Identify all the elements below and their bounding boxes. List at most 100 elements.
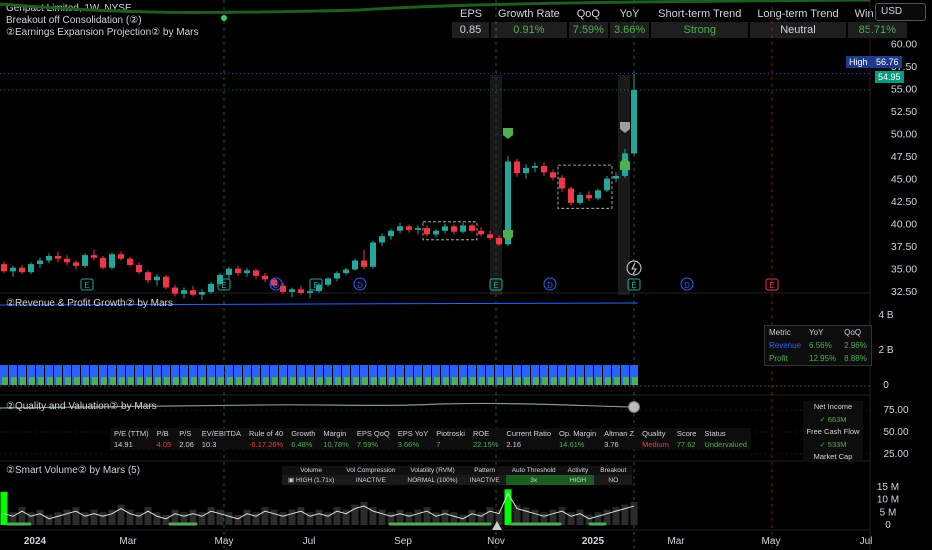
time-axis-tick: Mar	[667, 536, 685, 547]
profit-bar	[524, 377, 530, 385]
profit-bar	[29, 377, 35, 385]
candle-body	[73, 262, 79, 266]
profit-bar	[74, 377, 80, 385]
candle-body	[550, 172, 556, 178]
candle-body	[406, 226, 412, 230]
breakout-up-marker	[503, 128, 513, 139]
volume-header-5: Activity	[567, 467, 589, 474]
marker-label: E	[631, 281, 636, 290]
quality-header-2: P/S	[179, 429, 192, 438]
volume-pane	[0, 489, 638, 530]
volume-value-1: INACTIVE	[340, 475, 402, 485]
revenue-indicator-label[interactable]: ②Revenue & Profit Growth② by Mars	[6, 298, 173, 309]
profit-bar	[542, 377, 548, 385]
profit-bar	[632, 377, 638, 385]
volume-header-6: Breakout	[600, 467, 627, 474]
volume-value-3: INACTIVE	[463, 475, 506, 485]
quality-header-0: P/E (TTM)	[114, 429, 149, 438]
price-axis-tick: 37.50	[891, 241, 917, 253]
volume-bar	[207, 507, 215, 525]
profit-bar	[506, 377, 512, 385]
marker-label: E	[493, 281, 498, 290]
quality-value-15: 77.62	[676, 440, 696, 449]
breakout-highlight-band	[490, 75, 502, 295]
volume-indicator-label[interactable]: ②Smart Volume② by Mars (5)	[6, 465, 140, 476]
candle-body	[199, 292, 205, 295]
volume-bar	[36, 509, 44, 525]
volume-bar	[54, 512, 62, 525]
volume-bar	[81, 512, 89, 525]
yoy-header: YoY	[809, 328, 824, 337]
candle-body	[64, 258, 70, 263]
quality-header-13: Altman Z	[604, 429, 635, 438]
candle-body	[568, 188, 574, 203]
volume-bar	[252, 512, 260, 525]
high-price-tag: High 56.76	[846, 56, 902, 68]
revenue-axis-tick: 2 B	[878, 345, 893, 356]
profit-bar	[65, 377, 71, 385]
volume-axis-tick: 10 M	[877, 495, 899, 506]
high-label: High	[849, 57, 868, 67]
candle-body	[541, 166, 547, 173]
profit-bar	[182, 377, 188, 385]
breakout-up-marker	[503, 230, 513, 241]
candle-body	[55, 256, 61, 259]
quality-header-8: EPS YoY	[397, 429, 429, 438]
candle-body	[172, 287, 178, 294]
quality-header-15: Score	[676, 429, 697, 438]
time-axis-tick: May	[762, 536, 781, 547]
candle-body	[109, 254, 115, 268]
high-value: 56.76	[876, 57, 899, 67]
candle-body	[37, 260, 43, 265]
candle-body	[307, 291, 313, 293]
market-cap-label: Market Cap	[813, 452, 853, 461]
candle-body	[595, 190, 601, 199]
candle-body	[460, 225, 466, 232]
price-axis-tick: 50.00	[891, 129, 917, 141]
candle-body	[631, 89, 637, 154]
profit-bar	[47, 377, 53, 385]
profit-bar	[569, 377, 575, 385]
profit-bar	[587, 377, 593, 385]
quality-axis-tick: 50.00	[883, 427, 908, 438]
volume-bar	[630, 502, 638, 525]
volume-bar	[270, 509, 278, 525]
volume-bar	[45, 514, 53, 525]
quality-indicator-label[interactable]: ②Quality and Valuation② by Mars	[6, 401, 157, 412]
profit-bar	[551, 377, 557, 385]
volume-bar	[297, 507, 305, 525]
profit-bar	[263, 377, 269, 385]
candle-body	[523, 167, 529, 174]
time-axis-tick: Jul	[860, 536, 873, 547]
volume-bar	[576, 509, 584, 525]
candle-body	[613, 175, 619, 179]
profit-bar	[497, 377, 503, 385]
profit-bar	[218, 377, 224, 385]
price-axis-tick: 35.00	[891, 264, 917, 276]
candle-body	[145, 272, 151, 281]
candle-body	[127, 258, 133, 265]
candle-body	[10, 267, 16, 272]
candle-body	[577, 194, 583, 203]
profit-bar	[119, 377, 125, 385]
trend-ribbon	[0, 0, 871, 14]
candle-body	[154, 276, 160, 281]
candle-body	[136, 265, 142, 273]
price-axis-tick: 47.50	[891, 151, 917, 163]
quality-value-10: 22.15%	[472, 440, 499, 449]
profit-bar	[191, 377, 197, 385]
marker-label: E	[769, 281, 774, 290]
profit-bar	[272, 377, 278, 385]
candle-body	[514, 161, 520, 174]
candle-body	[100, 257, 106, 268]
quality-value-6: 10.78%	[323, 440, 349, 449]
revenue-row-label: Revenue	[769, 341, 802, 350]
candle-body	[46, 256, 52, 261]
profit-bar	[470, 377, 476, 385]
profit-bar	[137, 377, 143, 385]
volume-axis-tick: 5 M	[880, 507, 897, 518]
profit-bar	[38, 377, 44, 385]
volume-bar	[162, 514, 170, 525]
profit-bar	[533, 377, 539, 385]
profit-bar	[20, 377, 26, 385]
